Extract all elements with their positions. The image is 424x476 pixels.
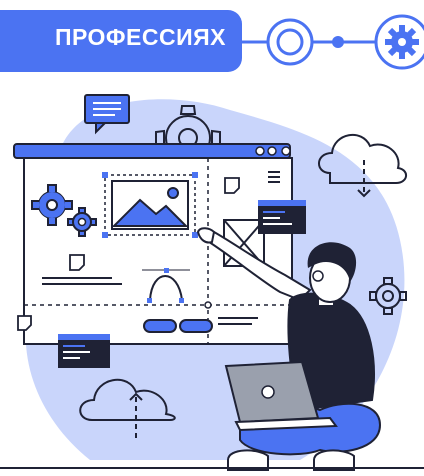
pill-button-1 [143, 319, 177, 333]
browser-titlebar [13, 143, 291, 159]
code-card-icon [258, 200, 306, 234]
code-card-icon [58, 334, 110, 368]
connector-decoration [242, 14, 424, 70]
image-icon [102, 172, 198, 238]
illustration [0, 14, 424, 471]
dot-node-icon [332, 36, 344, 48]
pill-button-2 [179, 319, 213, 333]
